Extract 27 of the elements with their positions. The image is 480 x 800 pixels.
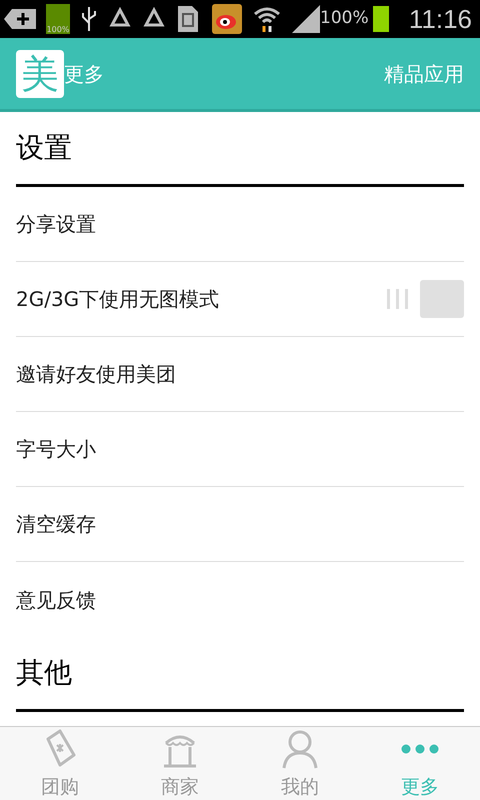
clock: 11:16 bbox=[408, 2, 473, 36]
settings-item[interactable]: 2G/3G下使用无图模式 bbox=[16, 262, 464, 337]
settings-item[interactable]: 意见反馈 bbox=[16, 562, 464, 637]
item-label: 2G/3G下使用无图模式 bbox=[16, 286, 220, 313]
page-title: 更多 bbox=[64, 60, 104, 88]
add-icon bbox=[4, 7, 36, 31]
battery-percent: 100% bbox=[320, 7, 369, 30]
section-header: 设置 bbox=[16, 112, 464, 187]
item-label: 分享设置 bbox=[16, 211, 96, 238]
usb-icon bbox=[80, 5, 98, 33]
section-header: 其他 bbox=[16, 637, 464, 712]
signal-icon bbox=[292, 5, 320, 33]
item-label: 清空缓存 bbox=[16, 511, 96, 538]
settings-item[interactable]: 分享设置 bbox=[16, 187, 464, 262]
person-icon bbox=[280, 729, 320, 769]
settings-item[interactable]: 字号大小 bbox=[16, 412, 464, 487]
battery-level-text: 100% bbox=[46, 26, 70, 34]
item-label: 意见反馈 bbox=[16, 586, 96, 614]
more-icon bbox=[400, 743, 440, 755]
eye-logo-icon bbox=[212, 4, 242, 34]
toggle-switch[interactable] bbox=[386, 280, 464, 318]
item-label: 邀请好友使用美团 bbox=[16, 361, 176, 388]
settings-item[interactable]: 邀请好友使用美团 bbox=[16, 337, 464, 412]
battery-icon bbox=[372, 6, 389, 32]
item-label: 字号大小 bbox=[16, 436, 96, 463]
logo-icon: 美 bbox=[16, 50, 64, 98]
settings-item[interactable]: 清空缓存 bbox=[16, 487, 464, 562]
